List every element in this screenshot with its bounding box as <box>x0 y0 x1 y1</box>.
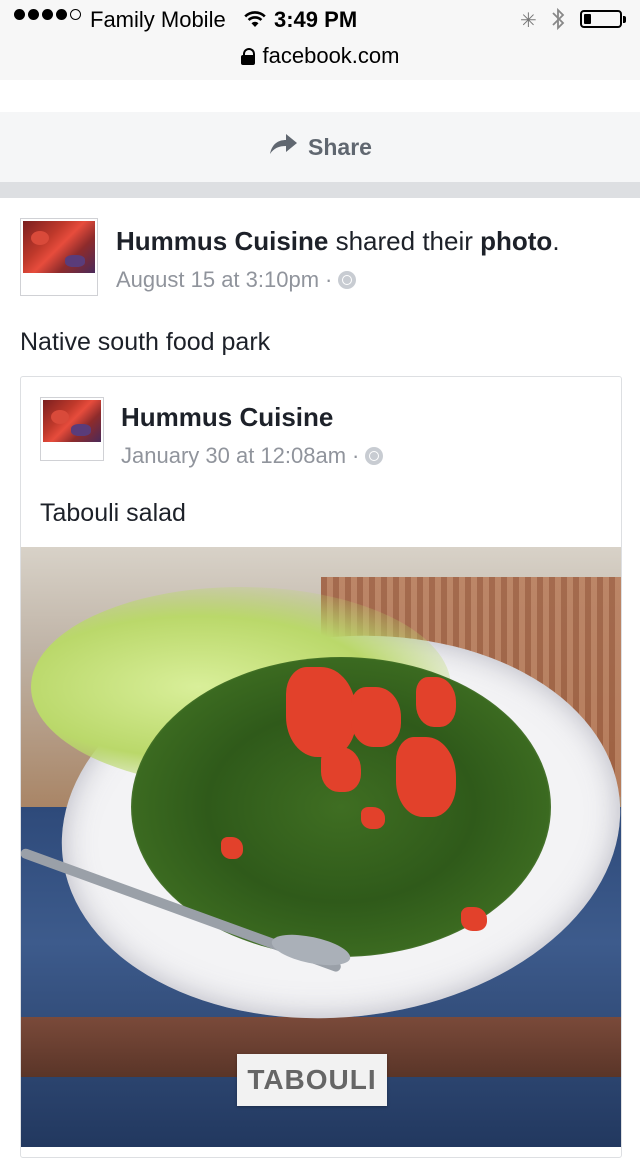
share-button[interactable]: Share <box>0 112 640 182</box>
feed-divider <box>0 182 640 198</box>
post-body: Native south food park <box>20 328 271 356</box>
photo-link[interactable]: photo <box>480 226 552 256</box>
action-text: shared their <box>328 226 481 256</box>
carrier-name: Family Mobile <box>90 7 226 32</box>
post-header: Hummus Cuisine shared their photo. <box>116 226 560 257</box>
avatar-image <box>23 221 95 273</box>
action-end: . <box>552 226 560 256</box>
shared-post-card[interactable]: Hummus Cuisine January 30 at 12:08am · T… <box>20 376 622 1158</box>
feed-post: Hummus Cuisine shared their photo. Augus… <box>0 198 640 1158</box>
globe-icon <box>365 447 384 465</box>
meta-separator: · <box>352 443 360 468</box>
previous-post-likes-row[interactable] <box>0 80 640 113</box>
signal-dot <box>28 9 39 20</box>
wifi-icon <box>243 9 267 35</box>
post-timestamp[interactable]: August 15 at 3:10pm <box>116 267 319 293</box>
photo-tomato <box>221 837 243 859</box>
status-bar: Family Mobile 3:49 PM ✳ <box>0 0 640 40</box>
shared-timestamp[interactable]: January 30 at 12:08am <box>121 443 346 469</box>
share-arrow-icon <box>268 132 298 162</box>
bluetooth-icon <box>551 7 565 37</box>
battery-level <box>584 14 591 24</box>
photo-tomato <box>351 687 401 747</box>
signal-dot <box>42 9 53 20</box>
shared-caption: Tabouli salad <box>40 499 186 527</box>
post-meta: August 15 at 3:10pm · <box>116 267 357 293</box>
meta-separator: · <box>325 267 333 292</box>
signal-dot <box>56 9 67 20</box>
clock: 3:49 PM <box>274 7 358 32</box>
author-avatar[interactable] <box>20 218 98 296</box>
lock-icon <box>240 48 255 65</box>
photo-tomato <box>286 667 356 757</box>
address-bar[interactable]: facebook.com <box>0 40 640 72</box>
photo-sign: TABOULI <box>237 1054 387 1106</box>
browser-chrome: Family Mobile 3:49 PM ✳ facebook.com <box>0 0 640 81</box>
battery-icon <box>580 10 626 28</box>
signal-dot <box>14 9 25 20</box>
photo-tomato <box>396 737 456 817</box>
share-label: Share <box>308 133 372 160</box>
avatar-image <box>43 400 101 442</box>
photo-tomato <box>461 907 487 931</box>
photo-tomato <box>416 677 456 727</box>
shared-author-avatar[interactable] <box>40 397 104 461</box>
globe-icon <box>338 271 357 289</box>
photo-tomato <box>361 807 385 829</box>
loading-spinner-icon: ✳ <box>520 10 537 32</box>
signal-dot-empty <box>70 9 81 20</box>
post-photo[interactable]: TABOULI <box>21 547 621 1147</box>
photo-tomato <box>321 747 361 792</box>
shared-post-meta: January 30 at 12:08am · <box>121 443 384 469</box>
signal-strength-icon <box>14 9 81 20</box>
shared-author-name[interactable]: Hummus Cuisine <box>121 402 333 433</box>
author-name-link[interactable]: Hummus Cuisine <box>116 226 328 256</box>
url-text: facebook.com <box>262 43 400 68</box>
